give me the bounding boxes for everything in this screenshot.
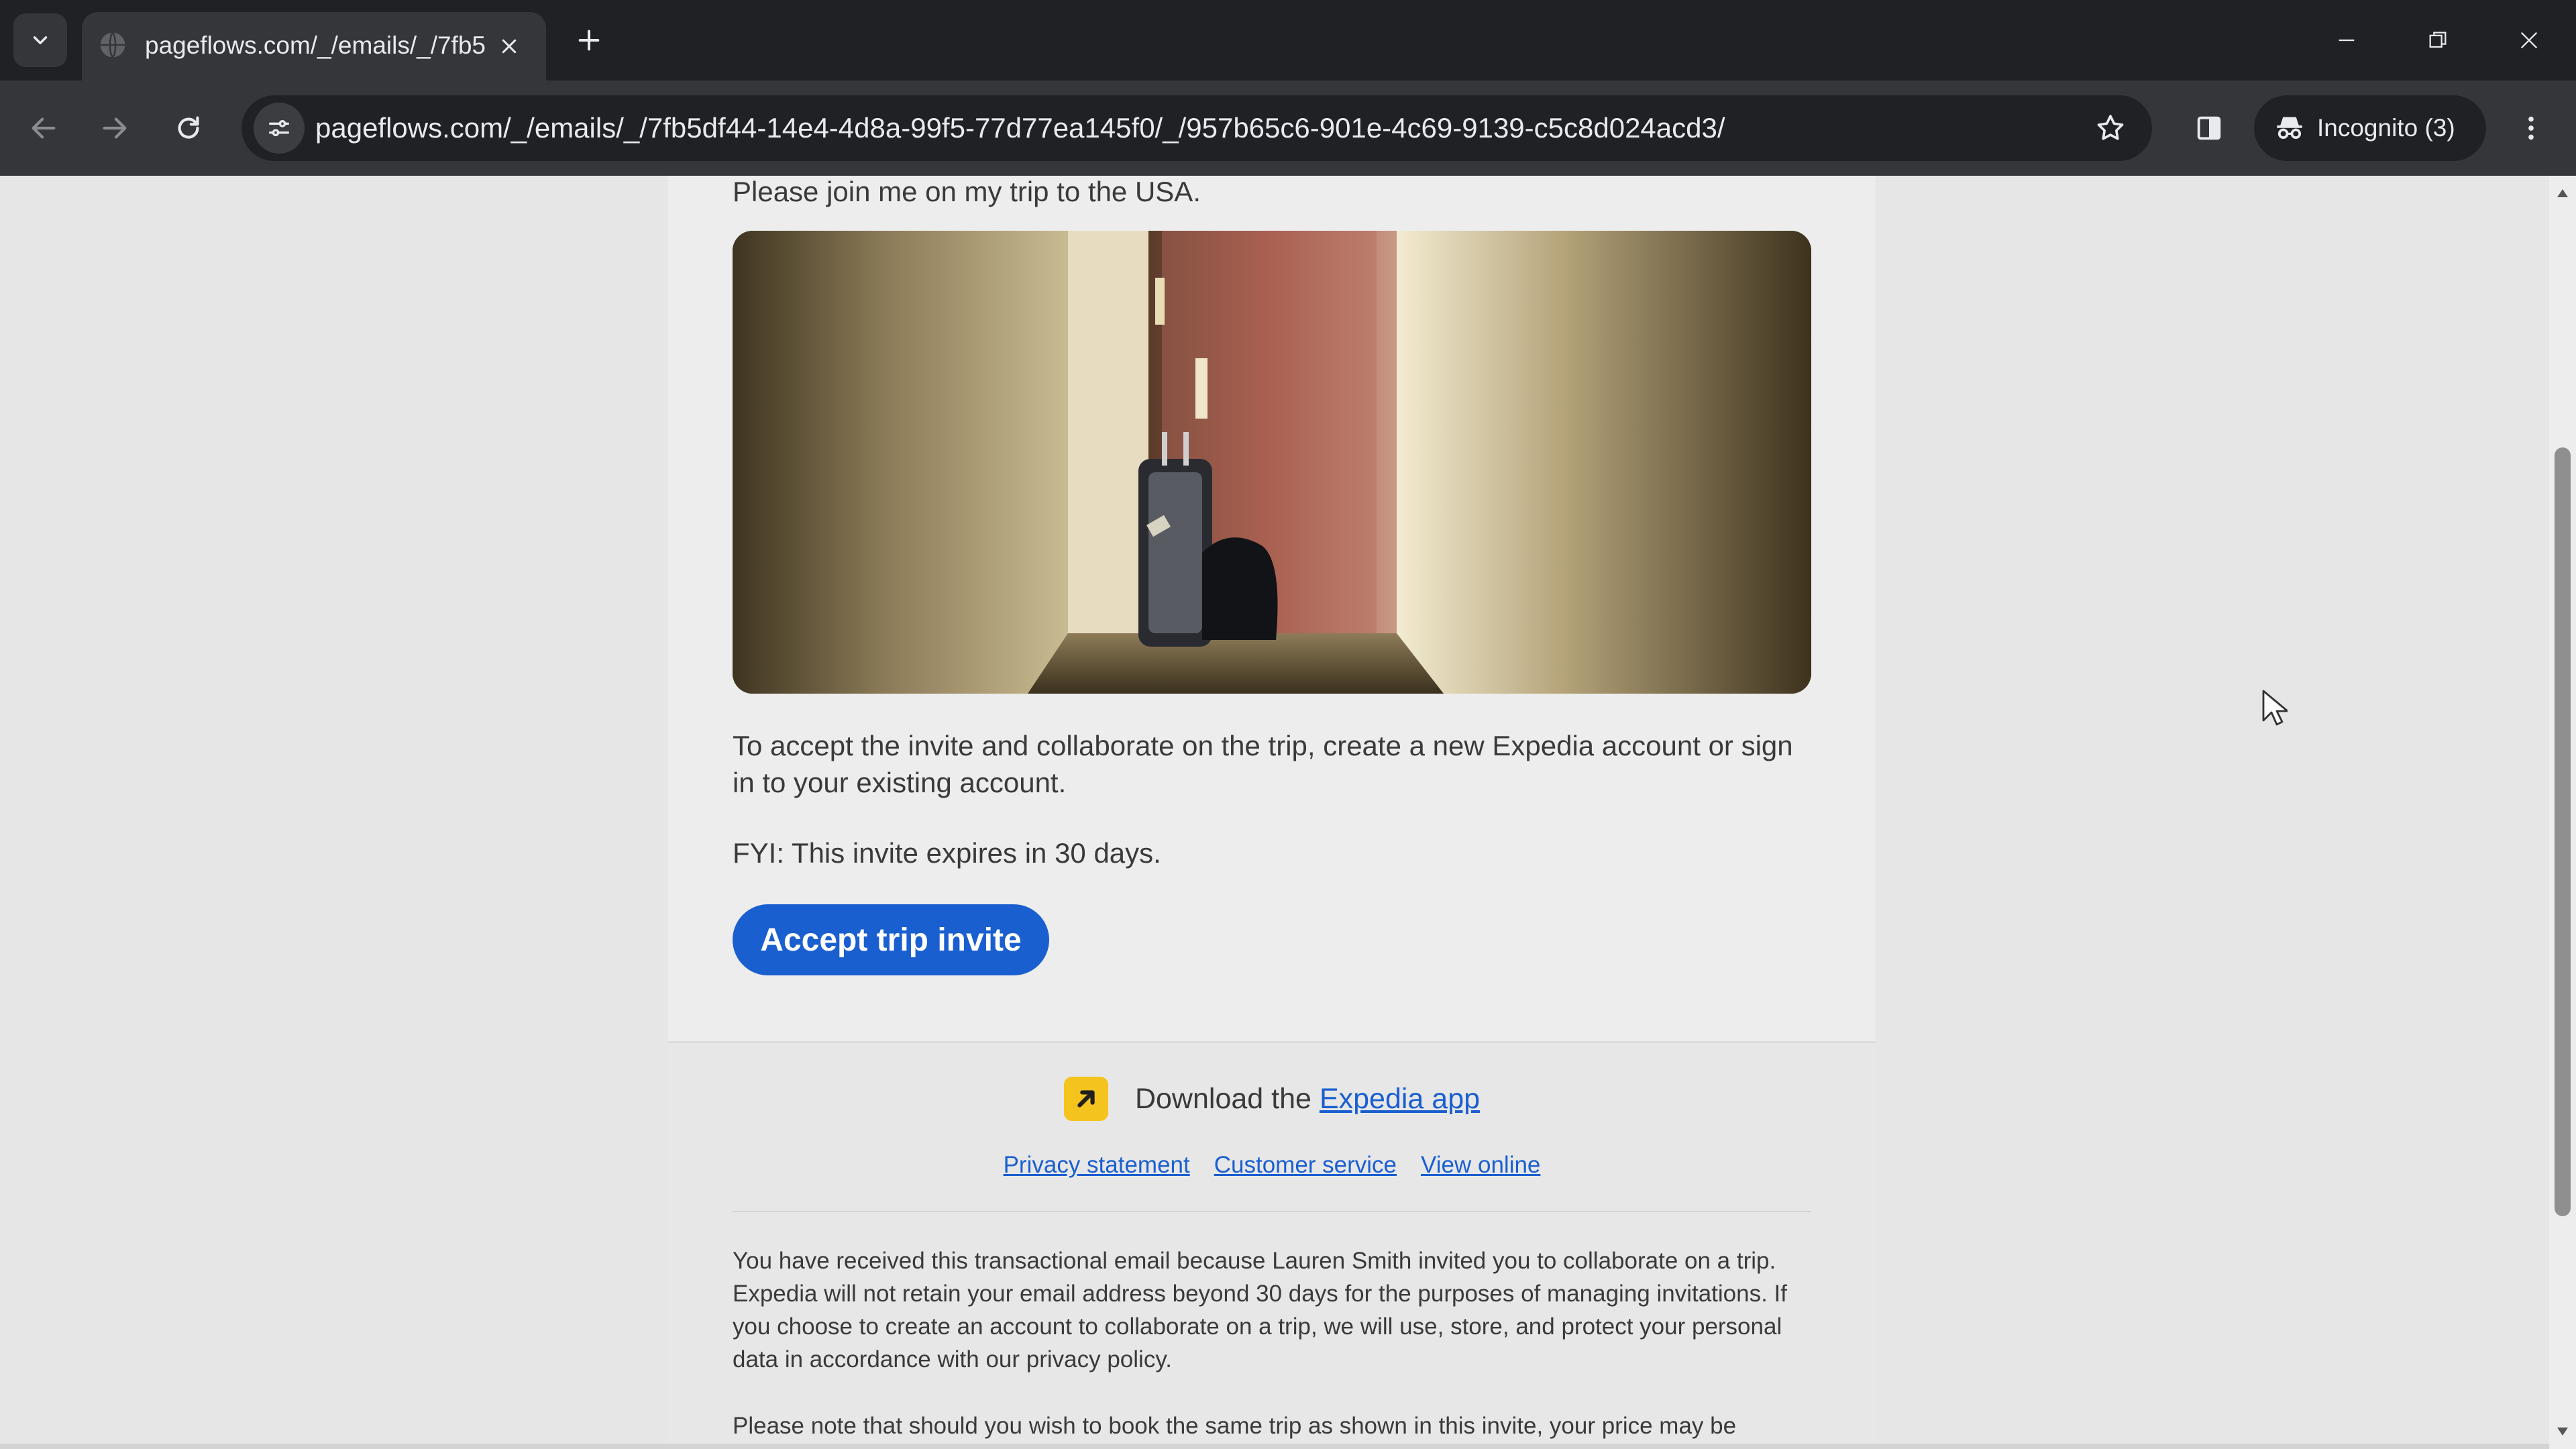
vertical-scrollbar[interactable] — [2549, 176, 2576, 1449]
tab-search-icon — [33, 36, 48, 44]
page-viewport: Please join me on my trip to the USA. To… — [0, 176, 2549, 1449]
greeting-text: Please join me on my trip to the USA. — [733, 176, 1201, 207]
site-settings-icon — [269, 120, 289, 137]
close-icon — [502, 39, 517, 54]
more-menu-button[interactable] — [2505, 102, 2557, 154]
plus-icon — [578, 30, 600, 51]
side-panel-icon — [2197, 116, 2221, 140]
site-info-button[interactable] — [254, 103, 305, 154]
incognito-icon — [2277, 117, 2302, 140]
restore-icon — [2429, 32, 2447, 48]
hero-image — [733, 231, 1811, 694]
more-icon — [2528, 116, 2534, 140]
expedia-logo — [1063, 1077, 1108, 1121]
forward-icon — [103, 117, 127, 139]
view-online-link[interactable]: View online — [1421, 1152, 1540, 1179]
download-app-row: Download the Expedia app — [668, 1077, 1876, 1121]
customer-service-link[interactable]: Customer service — [1214, 1152, 1397, 1179]
close-icon — [2520, 32, 2538, 49]
invite-instructions: To accept the invite and collaborate on … — [733, 730, 1793, 798]
incognito-label: Incognito (3) — [2317, 114, 2455, 142]
minimize-icon — [2339, 39, 2355, 42]
expedia-app-link[interactable]: Expedia app — [1320, 1083, 1480, 1116]
tab-search-button[interactable] — [13, 13, 67, 67]
mouse-cursor-icon — [2262, 690, 2288, 726]
side-panel-button[interactable] — [2183, 102, 2235, 154]
footer-links: Privacy statement Customer service View … — [668, 1152, 1876, 1179]
scroll-up-button[interactable] — [2555, 185, 2571, 201]
scrollbar-thumb[interactable] — [2555, 447, 2571, 1216]
page-bottom-edge — [0, 1444, 2549, 1449]
globe-icon — [100, 32, 125, 58]
triangle-up-icon — [2557, 189, 2568, 197]
reload-button[interactable] — [162, 102, 215, 154]
minimize-button[interactable] — [2314, 15, 2379, 66]
expiry-notice: FYI: This invite expires in 30 days. — [733, 837, 1161, 869]
scroll-down-button[interactable] — [2555, 1424, 2571, 1440]
privacy-statement-link[interactable]: Privacy statement — [1004, 1152, 1190, 1179]
price-notice: Please note that should you wish to book… — [733, 1413, 1737, 1439]
triangle-down-icon — [2557, 1428, 2568, 1436]
bookmark-button[interactable] — [2088, 105, 2133, 151]
address-bar[interactable]: pageflows.com/_/emails/_/7fb5df44-14e4-4… — [241, 95, 2152, 161]
new-tab-button[interactable] — [568, 19, 610, 62]
star-icon — [2097, 115, 2124, 140]
tab-strip: pageflows.com/_/emails/_/7fb5 — [0, 0, 2576, 80]
reload-icon — [178, 116, 199, 139]
download-prefix: Download the — [1134, 1082, 1311, 1115]
legal-notice: You have received this transactional ema… — [733, 1248, 1788, 1373]
browser-toolbar: pageflows.com/_/emails/_/7fb5df44-14e4-4… — [0, 80, 2576, 176]
url-text[interactable]: pageflows.com/_/emails/_/7fb5df44-14e4-4… — [315, 111, 1992, 145]
back-button[interactable] — [17, 102, 70, 154]
expedia-arrow-icon — [1077, 1090, 1095, 1108]
email-footer: Download the Expedia app Privacy stateme… — [668, 1043, 1876, 1449]
tab-title: pageflows.com/_/emails/_/7fb5 — [145, 32, 486, 59]
close-window-button[interactable] — [2497, 15, 2561, 66]
forward-button[interactable] — [89, 102, 141, 154]
close-tab-button[interactable] — [491, 28, 527, 64]
active-tab[interactable]: pageflows.com/_/emails/_/7fb5 — [82, 12, 546, 80]
incognito-indicator[interactable]: Incognito (3) — [2254, 95, 2486, 161]
back-icon — [32, 117, 56, 139]
restore-button[interactable] — [2406, 15, 2470, 66]
legal-divider — [733, 1211, 1811, 1212]
accept-trip-invite-button[interactable]: Accept trip invite — [733, 904, 1049, 975]
email-body: Please join me on my trip to the USA. To… — [668, 176, 1876, 1449]
